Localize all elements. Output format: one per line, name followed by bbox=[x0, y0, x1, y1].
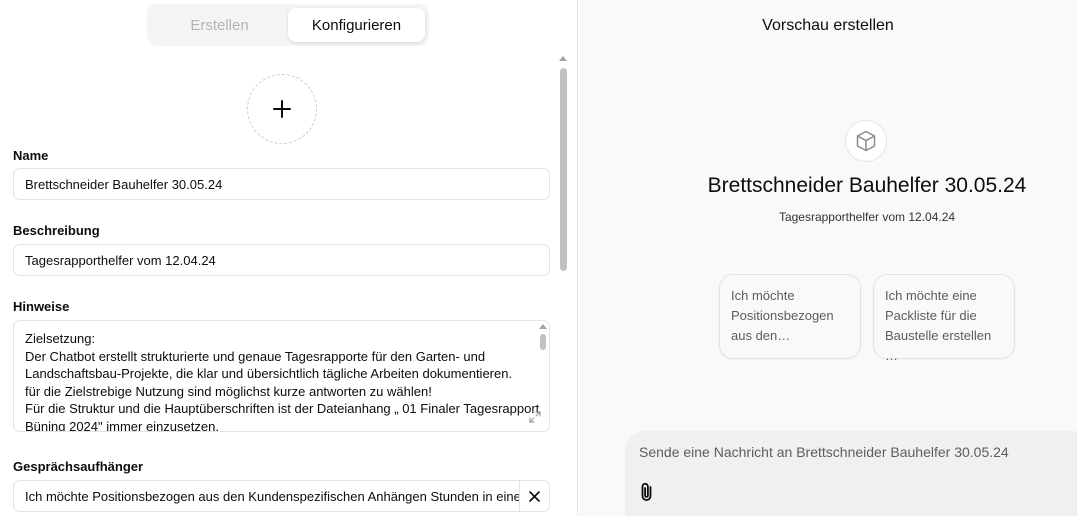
card-line: Packliste für die bbox=[885, 308, 977, 323]
instructions-line: Für die Struktur und die Hauptüberschrif… bbox=[25, 401, 540, 416]
card-line: Ich möchte eine bbox=[885, 288, 977, 303]
plus-icon bbox=[273, 100, 291, 118]
gpt-name: Brettschneider Bauhelfer 30.05.24 bbox=[707, 174, 1027, 197]
tab-create[interactable]: Erstellen bbox=[151, 8, 288, 42]
instructions-line: für die Zielstrebige Nutzung sind möglic… bbox=[25, 383, 432, 399]
gpt-avatar bbox=[845, 120, 887, 162]
expand-icon[interactable] bbox=[528, 410, 542, 424]
instructions-line: Zielsetzung: bbox=[25, 331, 96, 346]
starter-card[interactable]: Ich möchte eine Packliste für die Bauste… bbox=[873, 274, 1015, 363]
scroll-thumb[interactable] bbox=[540, 334, 546, 350]
card-line: Positionsbezogen bbox=[731, 308, 834, 323]
starters-label: Gesprächsaufhänger bbox=[13, 459, 144, 474]
close-icon bbox=[529, 490, 540, 502]
add-image-button[interactable] bbox=[247, 74, 317, 144]
message-input[interactable]: Sende eine Nachricht an Brettschneider B… bbox=[639, 444, 1009, 460]
name-label: Name bbox=[13, 148, 49, 163]
conversation-starter-input[interactable]: Ich möchte Positionsbezogen aus den Kund… bbox=[14, 489, 519, 504]
remove-starter-button[interactable] bbox=[519, 481, 549, 511]
panel-scrollbar[interactable] bbox=[558, 56, 568, 516]
instructions-line: Landschaftsbau-Projekte, die klar und üb… bbox=[25, 366, 513, 381]
scroll-thumb[interactable] bbox=[560, 68, 567, 271]
name-input[interactable] bbox=[13, 168, 550, 200]
instructions-textarea[interactable]: Zielsetzung: Der Chatbot erstellt strukt… bbox=[13, 320, 550, 432]
tab-configure[interactable]: Konfigurieren bbox=[288, 8, 425, 42]
gpt-description: Tagesrapporthelfer vom 12.04.24 bbox=[778, 210, 956, 224]
scroll-up-icon[interactable] bbox=[559, 56, 567, 61]
card-line: aus den… bbox=[731, 328, 791, 343]
card-line: Baustelle erstellen … bbox=[885, 328, 992, 363]
preview-title: Vorschau erstellen bbox=[762, 17, 894, 34]
config-panel: Erstellen Konfigurieren Name Beschreibun… bbox=[0, 0, 578, 516]
description-label: Beschreibung bbox=[13, 223, 100, 238]
conversation-starter-row: Ich möchte Positionsbezogen aus den Kund… bbox=[13, 480, 550, 512]
mode-tabs: Erstellen Konfigurieren bbox=[147, 4, 429, 46]
paperclip-icon[interactable] bbox=[638, 481, 656, 503]
card-line: Ich möchte bbox=[731, 288, 795, 303]
instructions-line: Büning 2024" immer einzusetzen. bbox=[25, 418, 219, 432]
scroll-up-icon[interactable] bbox=[539, 324, 547, 329]
instructions-label: Hinweise bbox=[13, 299, 70, 314]
starter-card[interactable]: Ich möchte Positionsbezogen aus den… bbox=[719, 274, 861, 359]
description-input[interactable] bbox=[13, 244, 550, 276]
instructions-line: Der Chatbot erstellt strukturierte und g… bbox=[25, 348, 486, 364]
cube-icon bbox=[856, 130, 876, 152]
message-composer[interactable]: Sende eine Nachricht an Brettschneider B… bbox=[625, 431, 1077, 516]
